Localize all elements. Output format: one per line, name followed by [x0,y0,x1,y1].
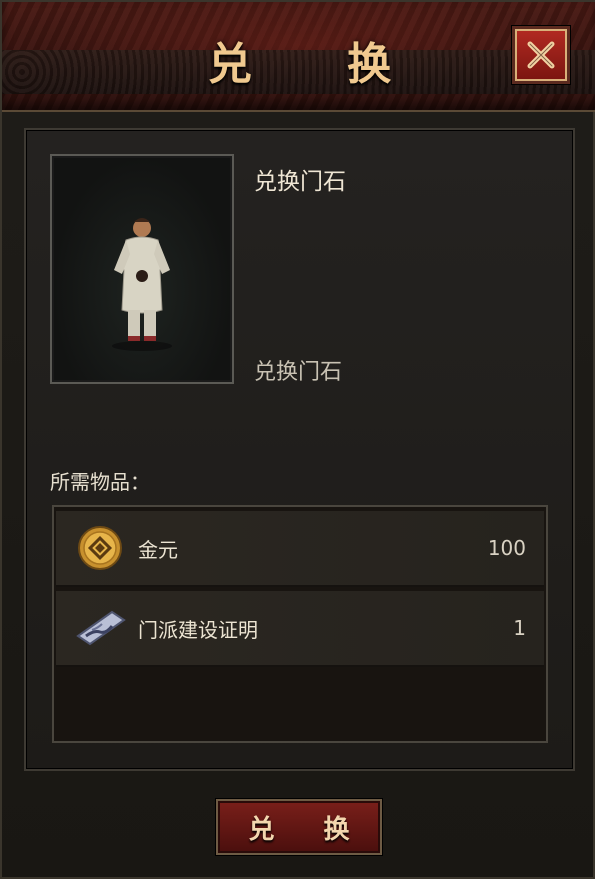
item-portrait [50,154,234,384]
requirement-quantity: 1 [513,616,526,640]
scroll-token-icon [72,604,128,652]
requirement-item-gold: 金元 100 [56,511,544,587]
requirement-name: 金元 [138,537,178,562]
close-button[interactable] [512,26,570,84]
item-description: 兑换门石 [254,360,343,385]
character-figure-icon [112,218,172,351]
requirement-item-certificate: 门派建设证明 1 [56,591,544,667]
exchange-button[interactable]: 兑 换 [216,799,382,855]
requirement-quantity: 100 [487,536,526,560]
requirements-list: 金元 100 门派建设证明 1 [52,505,548,743]
requirement-name: 门派建设证明 [138,617,258,642]
close-icon [527,41,555,69]
gold-coin-icon [72,524,128,572]
dialog-header: 兑 换 [2,2,595,112]
item-name: 兑换门石 [254,169,346,195]
dialog-title: 兑 换 [207,39,432,90]
exchange-dialog: 兑 换 兑换门石 兑换门石 所需物品： 金元 100 门派建设证明 1 兑 换 [0,0,595,879]
requirements-label: 所需物品： [50,470,150,494]
